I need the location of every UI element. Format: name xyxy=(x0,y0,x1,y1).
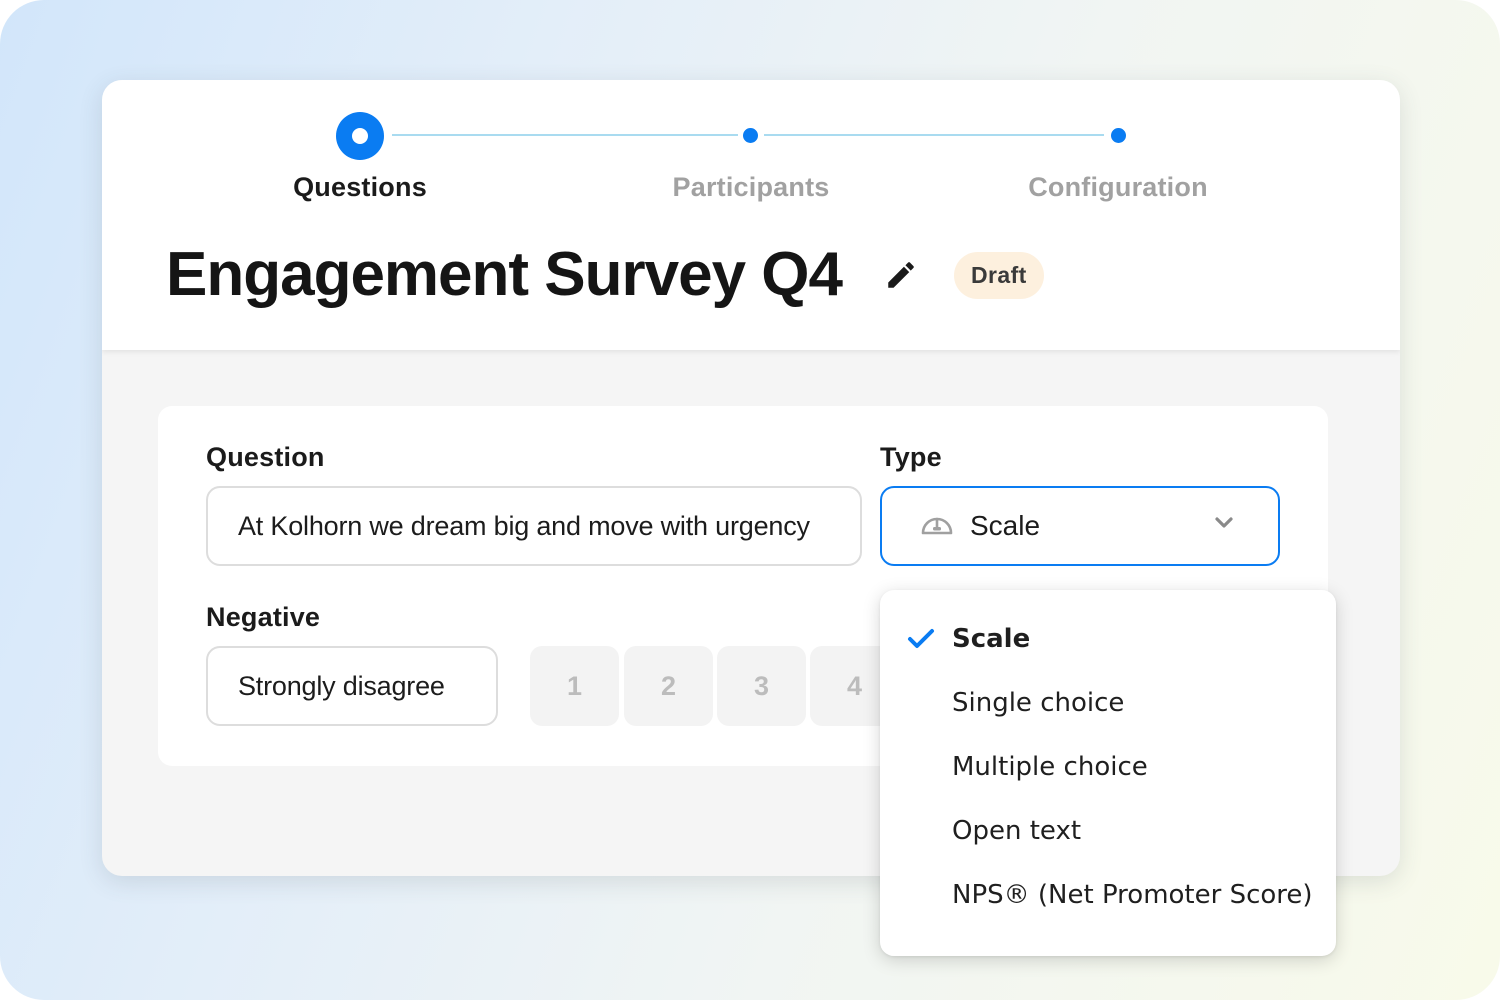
survey-header: Questions Participants Configuration Eng… xyxy=(102,80,1400,350)
pencil-icon[interactable] xyxy=(884,258,918,292)
scale-option[interactable]: 3 xyxy=(717,646,806,726)
dropdown-option-nps[interactable]: NPS® (Net Promoter Score) xyxy=(880,863,1336,927)
step-configuration[interactable]: Configuration xyxy=(1028,172,1208,203)
dropdown-option-scale[interactable]: Scale xyxy=(880,607,1336,671)
negative-label: Negative xyxy=(206,602,321,632)
gauge-icon xyxy=(920,511,954,542)
question-input[interactable]: At Kolhorn we dream big and move with ur… xyxy=(206,486,862,566)
checkmark-icon xyxy=(906,627,936,656)
type-label: Type xyxy=(880,442,942,472)
type-select[interactable]: Scale xyxy=(880,486,1280,566)
stepper: Questions Participants Configuration xyxy=(102,80,1400,220)
dropdown-option-label: Single choice xyxy=(952,688,1125,718)
step-connector xyxy=(392,134,738,136)
dropdown-option-label: Open text xyxy=(952,816,1082,846)
dropdown-option-label: NPS® (Net Promoter Score) xyxy=(952,880,1313,910)
step-indicator-questions[interactable] xyxy=(336,112,384,160)
step-indicator-participants[interactable] xyxy=(743,128,758,143)
dropdown-option-single-choice[interactable]: Single choice xyxy=(880,671,1336,735)
step-questions[interactable]: Questions xyxy=(293,172,427,203)
background: Questions Participants Configuration Eng… xyxy=(0,0,1500,1000)
step-participants[interactable]: Participants xyxy=(673,172,830,203)
dropdown-option-multiple-choice[interactable]: Multiple choice xyxy=(880,735,1336,799)
negative-input[interactable]: Strongly disagree xyxy=(206,646,498,726)
dropdown-option-label: Scale xyxy=(952,624,1031,654)
dropdown-option-open-text[interactable]: Open text xyxy=(880,799,1336,863)
title-row: Engagement Survey Q4 Draft xyxy=(166,240,1044,310)
scale-option[interactable]: 1 xyxy=(530,646,619,726)
type-dropdown-menu: Scale Single choice Multiple choice Open… xyxy=(880,590,1336,956)
scale-option[interactable]: 2 xyxy=(624,646,713,726)
chevron-down-icon xyxy=(1214,516,1234,535)
page-title: Engagement Survey Q4 xyxy=(166,240,843,309)
status-badge: Draft xyxy=(954,251,1044,299)
type-select-value: Scale xyxy=(970,510,1041,541)
dropdown-option-label: Multiple choice xyxy=(952,752,1148,782)
question-label: Question xyxy=(206,442,325,472)
step-connector xyxy=(764,134,1104,136)
step-indicator-configuration[interactable] xyxy=(1111,128,1126,143)
